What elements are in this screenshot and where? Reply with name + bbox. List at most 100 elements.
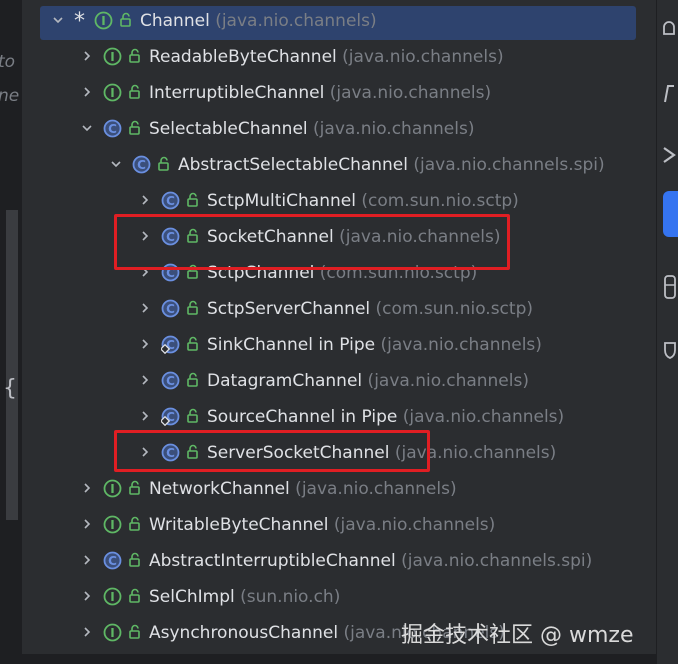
public-access-icon [128, 84, 142, 100]
class-name: ReadableByteChannel [149, 47, 337, 67]
interface-icon: I [103, 83, 122, 102]
interface-icon: I [103, 515, 122, 534]
chevron-right-icon[interactable] [81, 50, 93, 62]
chevron-right-icon[interactable] [139, 374, 151, 386]
chevron-down-icon[interactable] [110, 158, 122, 170]
class-name: SelectableChannel [149, 119, 308, 139]
class-name: SctpServerChannel [207, 299, 371, 319]
tree-row-label: SourceChannel in Pipe (java.nio.channels… [207, 407, 564, 427]
class-name: DatagramChannel [207, 371, 363, 391]
shield-icon[interactable] [662, 340, 676, 364]
tree-row[interactable]: * I Channel (java.nio.channels) [22, 5, 656, 40]
tree-row[interactable]: I ReadableByteChannel (java.nio.channels) [22, 41, 656, 71]
class-name: SelChImpl [149, 587, 235, 607]
hierarchy-tree[interactable]: * I Channel (java.nio.channels) I ReadableBy… [22, 0, 656, 664]
svg-text:C: C [166, 194, 175, 208]
package-name: (java.nio.channels) [209, 11, 377, 31]
abstract-class-icon: C [103, 551, 122, 570]
tree-row[interactable]: I NetworkChannel (java.nio.channels) [22, 473, 656, 503]
chevron-right-icon[interactable] [139, 302, 151, 314]
chevron-right-icon[interactable] [81, 626, 93, 638]
ai-assistant-icon[interactable] [662, 146, 676, 168]
tree-row[interactable]: I WritableByteChannel (java.nio.channels) [22, 509, 656, 539]
package-name: (java.nio.channels.spi) [395, 551, 593, 571]
editor-code-fragment: ne [0, 86, 20, 106]
package-name: (java.nio.channels) [289, 479, 457, 499]
svg-text:C: C [137, 158, 146, 172]
package-name: (sun.nio.ch) [234, 587, 341, 607]
public-access-icon [128, 516, 142, 532]
svg-text:I: I [101, 14, 105, 28]
public-access-icon [128, 120, 142, 136]
svg-text:I: I [110, 518, 114, 532]
svg-text:C: C [166, 374, 175, 388]
tree-row-label: SelChImpl (sun.nio.ch) [149, 587, 340, 607]
svg-text:I: I [110, 626, 114, 640]
svg-text:C: C [108, 122, 117, 136]
chevron-right-icon[interactable] [81, 554, 93, 566]
package-name: (java.nio.channels) [307, 119, 475, 139]
tree-row-label: InterruptibleChannel (java.nio.channels) [149, 83, 491, 103]
tree-row-label: AbstractSelectableChannel (java.nio.chan… [178, 155, 605, 175]
chevron-right-icon[interactable] [81, 86, 93, 98]
abstract-class-icon: C [132, 155, 151, 174]
tree-row[interactable]: I SelChImpl (sun.nio.ch) [22, 581, 656, 611]
package-name: (java.nio.channels.spi) [408, 155, 605, 175]
abstract-class-icon: C [161, 371, 180, 390]
tree-row[interactable]: C AbstractSelectableChannel (java.nio.cha… [22, 149, 656, 179]
tree-row[interactable]: C SinkChannel in Pipe (java.nio.channels) [22, 329, 656, 359]
public-access-icon [119, 12, 133, 28]
tree-row[interactable]: C SctpServerChannel (com.sun.nio.sctp) [22, 293, 656, 323]
tree-row-label: AbstractInterruptibleChannel (java.nio.c… [149, 551, 592, 571]
tree-row-label: SelectableChannel (java.nio.channels) [149, 119, 474, 139]
m-icon[interactable] [662, 84, 676, 108]
tree-row[interactable]: C SourceChannel in Pipe (java.nio.channel… [22, 401, 656, 431]
class-name: SinkChannel in Pipe [207, 335, 376, 355]
chevron-right-icon[interactable] [139, 194, 151, 206]
tree-row[interactable]: C AbstractInterruptibleChannel (java.nio.… [22, 545, 656, 575]
package-name: (java.nio.channels) [328, 515, 496, 535]
public-access-icon [128, 588, 142, 604]
abstract-class-icon: C [161, 299, 180, 318]
tree-row[interactable]: C SctpMultiChannel (com.sun.nio.sctp) [22, 185, 656, 215]
chevron-down-icon[interactable] [81, 122, 93, 134]
chevron-right-icon[interactable] [81, 518, 93, 530]
chevron-down-icon[interactable] [52, 14, 64, 26]
right-tool-strip [656, 0, 678, 664]
tree-row-label: WritableByteChannel (java.nio.channels) [149, 515, 495, 535]
interface-icon: I [103, 479, 122, 498]
tree-row[interactable]: I InterruptibleChannel (java.nio.channels… [22, 77, 656, 107]
chevron-right-icon[interactable] [81, 482, 93, 494]
nested-class-icon: C [159, 335, 180, 355]
abstract-class-icon: C [161, 191, 180, 210]
class-name: WritableByteChannel [149, 515, 329, 535]
package-name: (com.sun.nio.sctp) [370, 299, 533, 319]
class-name: SourceChannel in Pipe [207, 407, 398, 427]
abstract-class-icon: C [103, 119, 122, 138]
public-access-icon [128, 480, 142, 496]
chevron-right-icon[interactable] [139, 338, 151, 350]
public-access-icon [186, 300, 200, 316]
svg-text:I: I [110, 86, 114, 100]
class-name: NetworkChannel [149, 479, 290, 499]
public-access-icon [128, 624, 142, 640]
tree-row[interactable]: C SelectableChannel (java.nio.channels) [22, 113, 656, 143]
chevron-right-icon[interactable] [139, 410, 151, 422]
interface-icon: I [94, 11, 113, 30]
nested-class-icon: C [159, 407, 180, 427]
tree-row[interactable]: C DatagramChannel (java.nio.channels) [22, 365, 656, 395]
tree-row-label: ReadableByteChannel (java.nio.channels) [149, 47, 504, 67]
svg-text:C: C [108, 554, 117, 568]
public-access-icon [128, 48, 142, 64]
tree-bottom-edge [22, 654, 656, 664]
chevron-right-icon[interactable] [81, 590, 93, 602]
notifications-icon[interactable] [662, 20, 676, 44]
public-access-icon [186, 408, 200, 424]
tree-row-label: Channel (java.nio.channels) [140, 11, 377, 31]
database-icon[interactable] [662, 274, 676, 304]
class-name: AsynchronousChannel [149, 623, 339, 643]
class-name: AbstractInterruptibleChannel [149, 551, 396, 571]
editor-gutter: to ne { [0, 0, 22, 664]
active-tool-icon[interactable] [663, 191, 678, 237]
tree-row-label: DatagramChannel (java.nio.channels) [207, 371, 529, 391]
